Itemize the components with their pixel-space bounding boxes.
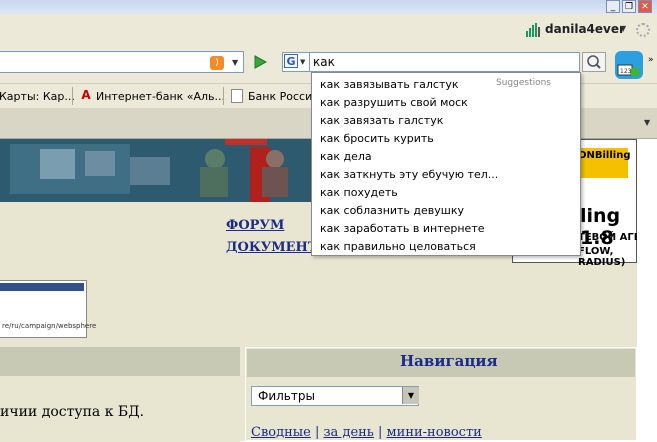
suggestion-item[interactable]: как правильно целоваться bbox=[320, 240, 476, 253]
skype-icon[interactable]: 123 bbox=[615, 51, 643, 79]
restore-button[interactable]: ❐ bbox=[622, 0, 636, 13]
minimize-button[interactable]: _ bbox=[606, 0, 620, 13]
bookmark-separator bbox=[223, 87, 224, 105]
url-history-chevron-icon[interactable]: ▼ bbox=[232, 58, 238, 67]
window-titlebar bbox=[0, 0, 657, 14]
account-chevron-down-icon[interactable]: ▼ bbox=[620, 24, 626, 33]
suggestion-item[interactable]: как заткнуть эту ебучую тел... bbox=[320, 168, 498, 181]
magnifier-icon bbox=[587, 55, 601, 69]
rss-feed-icon[interactable]: ) bbox=[210, 56, 224, 70]
filter-selected-value: Фильтры bbox=[258, 389, 315, 403]
filter-chevron-down-icon[interactable]: ▼ bbox=[402, 387, 419, 404]
page-icon bbox=[231, 89, 243, 103]
engine-chevron-down-icon[interactable]: ▼ bbox=[300, 58, 305, 66]
forum-link[interactable]: ФОРУМ bbox=[226, 218, 284, 233]
nav-links: Сводные | за день | мини-новости bbox=[251, 425, 482, 440]
suggestion-item[interactable]: как дела bbox=[320, 150, 372, 163]
thumbnail-header bbox=[0, 283, 84, 291]
scrollbar-area[interactable] bbox=[637, 139, 657, 441]
nav-link-day[interactable]: за день bbox=[323, 425, 373, 440]
suggestion-item[interactable]: как завязывать галстук bbox=[320, 78, 459, 91]
nav-link-mini-news[interactable]: мини-новости bbox=[387, 425, 482, 440]
bookmark-bank-russia[interactable]: Банк России bbox=[248, 90, 319, 103]
bookmark-maps[interactable]: Карты: Кар... bbox=[0, 90, 75, 103]
suggestion-item[interactable]: как разрушить свой моск bbox=[320, 96, 468, 109]
thumbnail-url: re/ru/campaign/websphere bbox=[2, 322, 97, 330]
navigation-title: Навигация bbox=[400, 352, 498, 370]
signal-bars-icon bbox=[526, 23, 540, 37]
suggestion-item[interactable]: как заработать в интернете bbox=[320, 222, 485, 235]
tab-list-chevron-icon[interactable]: ▼ bbox=[644, 118, 650, 127]
google-icon[interactable]: G bbox=[284, 54, 298, 68]
svg-text:123: 123 bbox=[620, 68, 632, 75]
bookmark-alfa-bank[interactable]: Интернет-банк «Аль... bbox=[96, 90, 225, 103]
nav-link-summary[interactable]: Сводные bbox=[251, 425, 311, 440]
address-bar[interactable] bbox=[0, 51, 244, 73]
suggestion-item[interactable]: как бросить курить bbox=[320, 132, 434, 145]
loading-spinner-icon bbox=[636, 23, 650, 37]
go-arrow-icon[interactable] bbox=[251, 53, 269, 71]
ad-logo: ONBilling bbox=[576, 148, 630, 178]
search-button[interactable] bbox=[582, 52, 606, 72]
content-text: ичии доступа к БД. bbox=[0, 404, 145, 420]
bookmark-separator bbox=[72, 87, 73, 105]
search-input[interactable] bbox=[310, 52, 580, 72]
suggestion-item[interactable]: как похудеть bbox=[320, 186, 398, 199]
close-button[interactable]: ✕ bbox=[638, 0, 652, 13]
alfa-bank-icon: A bbox=[81, 88, 91, 102]
toolbar-overflow-chevron-icon[interactable]: » bbox=[648, 55, 654, 65]
suggestion-item[interactable]: как завязать галстук bbox=[320, 114, 443, 127]
account-username[interactable]: danila4ever bbox=[545, 22, 625, 36]
suggestions-header: Suggestions bbox=[496, 78, 551, 88]
suggestion-item[interactable]: как соблазнить девушку bbox=[320, 204, 464, 217]
content-panel-header bbox=[0, 347, 240, 376]
